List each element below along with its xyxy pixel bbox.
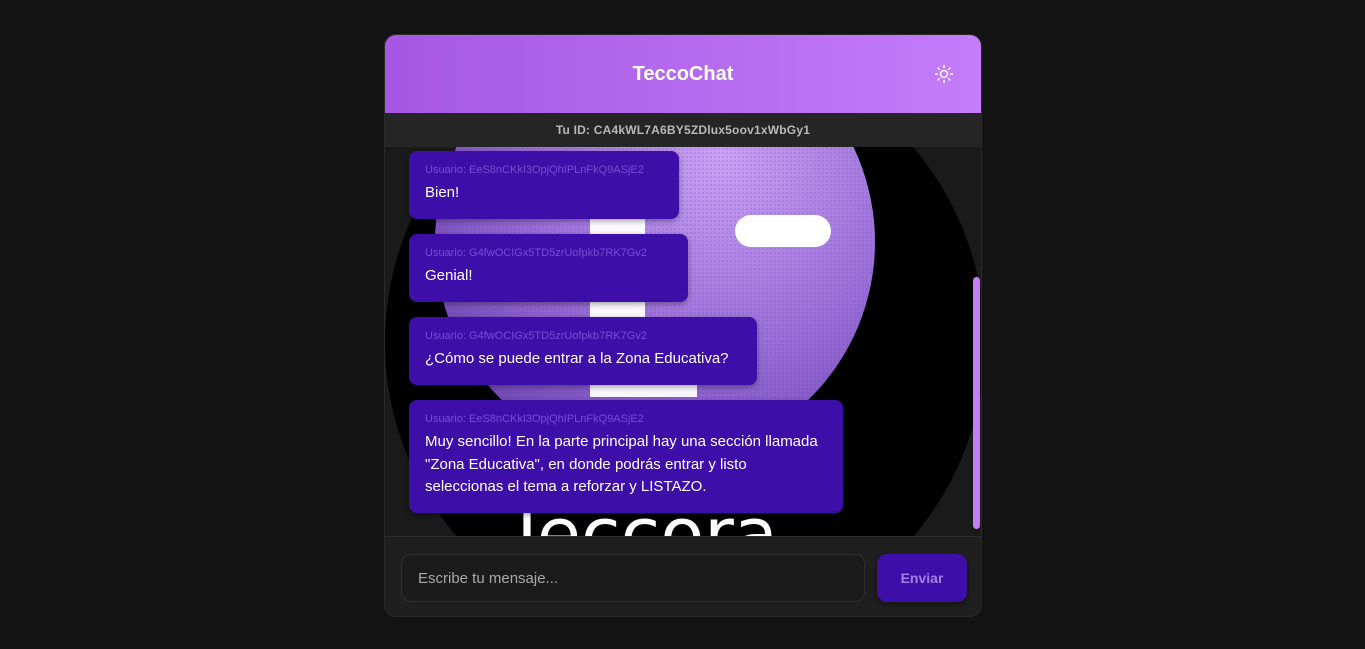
message-bubble: Usuario: G4fwOCIGx5TD5zrUofpkb7RK7Gv2 ¿C… — [409, 317, 757, 385]
message-sender: Usuario: G4fwOCIGx5TD5zrUofpkb7RK7Gv2 — [425, 247, 647, 259]
message-sender: Usuario: EeS8nCKkI3OpjQhIPLnFkQ9ASjE2 — [425, 164, 644, 176]
theme-toggle-button[interactable] — [933, 63, 955, 85]
user-id-text: Tu ID: CA4kWL7A6BY5ZDlux5oov1xWbGy1 — [555, 123, 811, 137]
message-input[interactable] — [401, 554, 865, 602]
header: TeccoChat — [385, 35, 981, 113]
message-scrollbar[interactable] — [972, 147, 981, 536]
message-bubble: Usuario: EeS8nCKkI3OpjQhIPLnFkQ9ASjE2 Mu… — [409, 400, 843, 513]
composer: Enviar — [385, 536, 981, 616]
user-id-bar: Tu ID: CA4kWL7A6BY5ZDlux5oov1xWbGy1 — [385, 113, 981, 148]
message-bubble: Usuario: EeS8nCKkI3OpjQhIPLnFkQ9ASjE2 Bi… — [409, 151, 679, 219]
message-text: Bien! — [425, 184, 460, 201]
send-button[interactable]: Enviar — [877, 554, 967, 602]
sun-icon — [934, 64, 954, 84]
message-sender: Usuario: EeS8nCKkI3OpjQhIPLnFkQ9ASjE2 — [425, 413, 644, 425]
message-list[interactable]: Teccora Usuario: EeS8nCKkI3OpjQhIPLnFkQ9… — [385, 147, 981, 536]
message-sender: Usuario: G4fwOCIGx5TD5zrUofpkb7RK7Gv2 — [425, 330, 647, 342]
message-bubble: Usuario: G4fwOCIGx5TD5zrUofpkb7RK7Gv2 Ge… — [409, 234, 688, 302]
chat-window: TeccoChat Tu ID: CA4kWL7A6BY5ZDlux5oov1x… — [384, 34, 982, 617]
message-text: Genial! — [425, 267, 473, 284]
app-title: TeccoChat — [632, 62, 734, 85]
scrollbar-thumb[interactable] — [973, 277, 980, 529]
message-text: Muy sencillo! En la parte principal hay … — [425, 433, 818, 495]
message-text: ¿Cómo se puede entrar a la Zona Educativ… — [425, 350, 729, 367]
